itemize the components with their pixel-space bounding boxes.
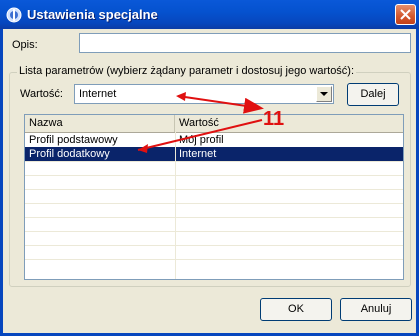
description-field[interactable]	[79, 33, 411, 53]
cancel-button[interactable]: Anuluj	[340, 298, 412, 321]
grid-line	[25, 203, 403, 204]
list-item-value: Mój profil	[179, 134, 224, 146]
list-item-name: Profil dodatkowy	[29, 148, 110, 160]
grid-line	[25, 259, 403, 260]
annotation-number: 11	[263, 108, 285, 130]
ok-button[interactable]: OK	[260, 298, 332, 321]
list-header: Nazwa Wartość	[25, 115, 403, 133]
grid-line	[25, 217, 403, 218]
column-header-name[interactable]: Nazwa	[25, 115, 175, 132]
next-button[interactable]: Dalej	[347, 83, 399, 106]
list-item-selected[interactable]: Profil dodatkowy Internet	[25, 147, 403, 161]
description-label: Opis:	[12, 39, 38, 51]
value-label: Wartość:	[20, 88, 63, 100]
value-combobox[interactable]: Internet	[74, 84, 334, 104]
grid-line	[25, 161, 403, 162]
chevron-down-icon	[320, 92, 328, 96]
value-combobox-text: Internet	[79, 88, 117, 100]
parameters-list[interactable]: Nazwa Wartość Profil podstawowy Mój prof…	[24, 114, 404, 280]
combo-dropdown-button[interactable]	[316, 86, 332, 102]
title-bar[interactable]: Ustawienia specjalne	[0, 0, 419, 29]
app-icon	[6, 7, 22, 23]
window-title: Ustawienia specjalne	[27, 7, 158, 22]
grid-line	[25, 175, 403, 176]
list-item[interactable]: Profil podstawowy Mój profil	[25, 133, 403, 147]
column-header-value[interactable]: Wartość	[175, 115, 403, 132]
grid-line	[25, 231, 403, 232]
grid-line	[25, 245, 403, 246]
list-item-value: Internet	[179, 148, 217, 160]
parameters-group-title: Lista parametrów (wybierz żądany paramet…	[17, 65, 357, 77]
list-item-name: Profil podstawowy	[29, 134, 118, 146]
column-divider	[175, 132, 176, 279]
close-icon	[400, 9, 411, 20]
close-button[interactable]	[395, 4, 416, 25]
grid-line	[25, 189, 403, 190]
